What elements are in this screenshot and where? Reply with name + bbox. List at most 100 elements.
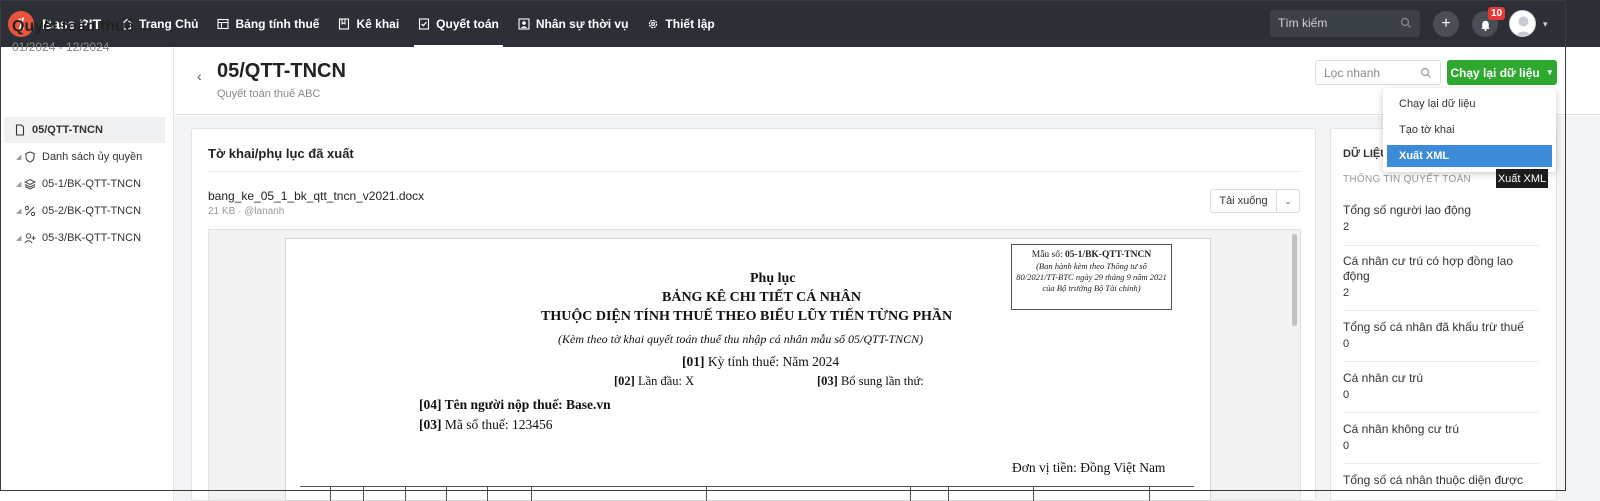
doc-field-first-time: [02] Lần đầu: X xyxy=(614,374,694,389)
sidebar xyxy=(0,47,174,501)
field-text: Kỳ tính thuế: Năm 2024 xyxy=(704,354,840,369)
tree-toggle-icon: ◢ xyxy=(16,181,22,188)
rerun-data-button[interactable]: Chạy lại dữ liệu ▼ xyxy=(1447,60,1557,85)
field-total-employees-value: 2 xyxy=(1343,221,1350,233)
form-number: 05-1/BK-QTT-TNCN xyxy=(1065,250,1152,260)
field-resident-contract-value: 2 xyxy=(1343,287,1350,299)
rerun-data-label: Chạy lại dữ liệu xyxy=(1450,65,1540,80)
file-meta: 21 KB · @lananh xyxy=(208,206,285,217)
field-text: Mã số thuế: 123456 xyxy=(441,417,553,432)
sidebar-item-05-3-bk[interactable]: ◢ 05-3/BK-QTT-TNCN xyxy=(4,225,165,251)
notification-badge: 10 xyxy=(1488,7,1506,20)
user-avatar[interactable] xyxy=(1509,10,1536,37)
tree-toggle-icon: ◢ xyxy=(16,235,22,242)
export-xml-tooltip: Xuất XML xyxy=(1496,169,1548,188)
doc-heading-subtitle: THUỘC DIỆN TÍNH THUẾ THEO BIỂU LŨY TIẾN … xyxy=(541,309,953,324)
chevron-down-icon: ▼ xyxy=(1545,68,1554,77)
file-icon xyxy=(15,124,25,136)
doc-field-taxpayer-name: [04] Tên người nộp thuế: Base.vn xyxy=(419,397,611,413)
nav-item-label: Bảng tính thuế xyxy=(235,16,320,31)
doc-table-col xyxy=(1149,486,1150,501)
main-nav: Trang Chủ Bảng tính thuế Kê khai Quyết t… xyxy=(121,0,734,47)
account-menu-caret-icon[interactable]: ▾ xyxy=(1543,19,1548,30)
form-number-box: Mẫu số: 05-1/BK-QTT-TNCN (Ban hành kèm t… xyxy=(1011,244,1172,310)
checklist-icon xyxy=(419,17,430,30)
field-non-resident-value: 0 xyxy=(1343,440,1350,452)
doc-table-col xyxy=(330,486,331,501)
doc-table-col xyxy=(487,486,488,501)
sidebar-item-authorization-list[interactable]: ◢ Danh sách ủy quyền xyxy=(4,144,165,170)
plus-icon: + xyxy=(1441,15,1451,32)
doc-table-border xyxy=(300,486,1194,487)
declare-icon xyxy=(339,17,350,30)
form-number-prefix: Mẫu số: xyxy=(1031,250,1066,260)
menu-item-create-declaration[interactable]: Tạo tờ khai xyxy=(1399,124,1455,136)
doc-currency-unit: Đơn vị tiền: Đồng Việt Nam xyxy=(1012,460,1166,475)
download-button[interactable]: Tải xuống xyxy=(1210,189,1276,213)
percent-icon xyxy=(24,205,36,217)
field-text: Tên người nộp thuế: Base.vn xyxy=(441,397,611,412)
nav-item-label: Thiết lập xyxy=(665,16,715,31)
doc-table-col xyxy=(706,486,707,501)
sidebar-item-05-qtt-tncn[interactable]: 05/QTT-TNCN xyxy=(4,117,165,143)
global-search-input[interactable]: Tìm kiếm xyxy=(1270,10,1420,37)
gear-icon xyxy=(649,19,658,28)
divider xyxy=(1343,412,1539,413)
field-non-resident-label: Cá nhân không cư trú xyxy=(1343,422,1460,436)
layers-icon xyxy=(24,178,36,190)
divider xyxy=(1343,245,1539,246)
exported-files-title: Tờ khai/phụ lục đã xuất xyxy=(208,146,354,161)
shield-icon xyxy=(25,151,35,163)
field-code: [03] xyxy=(419,417,442,432)
back-chevron-icon[interactable]: ‹ xyxy=(197,68,202,84)
file-name[interactable]: bang_ke_05_1_bk_qtt_tncn_v2021.docx xyxy=(208,189,424,203)
nav-item-label: Kê khai xyxy=(356,16,400,31)
sidebar-item-05-2-bk[interactable]: ◢ 05-2/BK-QTT-TNCN xyxy=(4,198,165,224)
doc-table-col xyxy=(910,486,911,501)
tree-toggle-icon: ◢ xyxy=(16,154,22,161)
menu-item-rerun-data[interactable]: Chạy lại dữ liệu xyxy=(1399,98,1475,110)
sidebar-title: Quyết toán thuế ... xyxy=(12,18,152,35)
nav-item-seasonal-staff[interactable]: Nhân sự thời vụ xyxy=(518,0,628,47)
search-icon xyxy=(1400,17,1411,28)
divider xyxy=(208,171,1301,172)
doc-field-tax-period: [01] Kỳ tính thuế: Năm 2024 xyxy=(682,354,839,370)
page-subtitle: Quyết toán thuế ABC xyxy=(217,88,321,100)
form-issuance-note: (Ban hành kèm theo Thông tư số 80/2021/T… xyxy=(1016,261,1167,293)
field-code: [01] xyxy=(682,354,705,369)
menu-item-export-xml[interactable]: Xuất XML xyxy=(1399,150,1449,162)
person-card-icon xyxy=(518,17,530,30)
field-code: [04] xyxy=(419,397,442,412)
field-resident-label: Cá nhân cư trú xyxy=(1343,371,1424,385)
add-button[interactable]: + xyxy=(1433,11,1459,37)
field-code: [03] xyxy=(817,374,838,388)
sidebar-item-label: 05-1/BK-QTT-TNCN xyxy=(42,178,142,190)
tree-toggle-icon: ◢ xyxy=(16,208,22,215)
nav-item-settings[interactable]: Thiết lập xyxy=(647,0,715,47)
field-text: Bổ sung lần thứ: xyxy=(837,374,924,388)
doc-heading-appendix: Phụ lục xyxy=(750,271,796,286)
page-title: 05/QTT-TNCN xyxy=(217,60,346,82)
quick-filter-input[interactable]: Lọc nhanh xyxy=(1315,60,1441,85)
user-add-icon xyxy=(24,233,36,244)
preview-scrollbar[interactable] xyxy=(1292,234,1297,326)
settlement-info-section: THÔNG TIN QUYẾT TOÁN xyxy=(1343,174,1472,185)
doc-table-col xyxy=(405,486,406,501)
field-eligible-label: Tổng số cá nhân thuộc diện được xyxy=(1343,473,1524,487)
doc-table-col xyxy=(1033,486,1034,501)
field-withheld-label: Tổng số cá nhân đã khấu trừ thuế xyxy=(1343,320,1524,334)
doc-heading-note: (Kèm theo tờ khai quyết toán thuế thu nh… xyxy=(558,332,924,346)
sidebar-item-label: 05-2/BK-QTT-TNCN xyxy=(42,205,142,217)
nav-item-settlement[interactable]: Quyết toán xyxy=(414,0,503,47)
doc-table-col xyxy=(363,486,364,501)
divider xyxy=(1343,361,1539,362)
table-icon xyxy=(217,18,230,29)
download-options-caret-icon[interactable]: ⌄ xyxy=(1276,189,1300,213)
sidebar-item-05-1-bk[interactable]: ◢ 05-1/BK-QTT-TNCN xyxy=(4,171,165,197)
doc-table-col xyxy=(948,486,949,501)
nav-item-declare[interactable]: Kê khai xyxy=(338,0,399,47)
divider xyxy=(1343,463,1539,464)
doc-table-col xyxy=(531,486,532,501)
field-code: [02] xyxy=(614,374,635,388)
nav-item-tax-table[interactable]: Bảng tính thuế xyxy=(217,0,319,47)
